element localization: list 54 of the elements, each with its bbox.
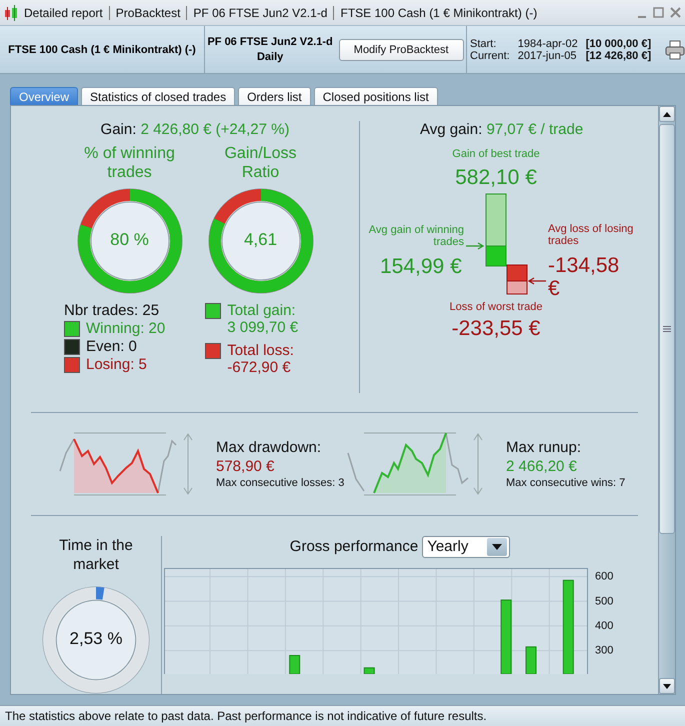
period-date: 2017-jun-05 bbox=[518, 50, 578, 62]
period-select[interactable]: Yearly bbox=[422, 536, 510, 558]
axis-tick-label: 300 bbox=[595, 644, 614, 657]
extreme-label: Max drawdown: bbox=[216, 439, 322, 456]
total-value: 3 099,70 € bbox=[227, 319, 298, 336]
capital-amount: [12 426,80 €] bbox=[586, 50, 652, 62]
extreme-note: Max consecutive losses: 3 bbox=[216, 477, 344, 489]
window-title: Detailed report bbox=[24, 6, 110, 20]
worst-trade-value: -233,55 € bbox=[450, 317, 542, 340]
period-date: 1984-apr-02 bbox=[518, 38, 578, 50]
strategy-name: PF 06 FTSE Jun2 V2.1-d bbox=[207, 36, 333, 48]
avg-loss-label: Avg loss of losing trades bbox=[548, 223, 634, 248]
period-label: Current: bbox=[470, 50, 510, 62]
time-value: 2,53 % bbox=[68, 628, 124, 649]
ring-title: % of winning trades bbox=[83, 144, 176, 183]
gain-summary: Gain: 2 426,80 € (+24,27 %) bbox=[100, 121, 290, 138]
total-label: Total gain: bbox=[227, 302, 297, 319]
timeframe-label: Daily bbox=[256, 51, 284, 63]
period-label: Start: bbox=[470, 38, 498, 50]
extreme-value: 2 466,20 € bbox=[506, 458, 578, 475]
ring-value: 4,61 bbox=[242, 230, 278, 250]
best-trade-value: 582,10 € bbox=[454, 166, 538, 190]
avg-win-value: 154,99 € bbox=[380, 255, 462, 278]
tab[interactable]: Orders list bbox=[238, 87, 311, 105]
axis-tick-label: 600 bbox=[595, 570, 614, 583]
total-label: Total loss: bbox=[227, 342, 294, 359]
status-bar: The statistics above relate to past data. Past performance is not indicative of future results. bbox=[0, 705, 685, 726]
axis-tick-label: 400 bbox=[595, 620, 614, 632]
window-title: ProBacktest bbox=[116, 6, 188, 20]
window-title: FTSE 100 Cash (1 € Minikontrakt) (-) bbox=[340, 6, 538, 20]
axis-tick-label: 500 bbox=[595, 595, 614, 608]
avg-gain-summary: Avg gain: 97,07 € / trade bbox=[420, 121, 584, 138]
window-title: PF 06 FTSE Jun2 V2.1-d bbox=[193, 6, 334, 20]
avg-loss-value: -134,58 € bbox=[548, 254, 620, 300]
tab[interactable]: Statistics of closed trades bbox=[81, 87, 236, 105]
modify-button[interactable]: Modify ProBacktest bbox=[338, 38, 464, 60]
legend-label: Losing: 5 bbox=[86, 356, 147, 373]
ring-title: Gain/Loss Ratio bbox=[223, 144, 298, 183]
ring-value: 80 % bbox=[109, 230, 150, 250]
best-trade-label: Gain of best trade bbox=[451, 148, 541, 160]
extreme-note: Max consecutive wins: 7 bbox=[506, 477, 626, 489]
performance-title: Gross performance bbox=[290, 538, 418, 556]
worst-trade-label: Loss of worst trade bbox=[448, 301, 544, 314]
avg-win-label: Avg gain of winning trades bbox=[368, 224, 464, 248]
extreme-value: 578,90 € bbox=[216, 458, 276, 475]
extreme-label: Max runup: bbox=[506, 439, 582, 456]
total-value: -672,90 € bbox=[227, 359, 292, 376]
legend-label: Even: 0 bbox=[86, 338, 137, 355]
legend-label: Winning: 20 bbox=[86, 320, 166, 337]
trade-count: Nbr trades: 25 bbox=[64, 302, 160, 319]
instrument-name: FTSE 100 Cash (1 € Minikontrakt) (-) bbox=[8, 44, 196, 56]
tab[interactable]: Closed positions list bbox=[314, 87, 438, 105]
capital-amount: [10 000,00 €] bbox=[586, 38, 652, 50]
time-title: Time in the market bbox=[58, 536, 134, 574]
